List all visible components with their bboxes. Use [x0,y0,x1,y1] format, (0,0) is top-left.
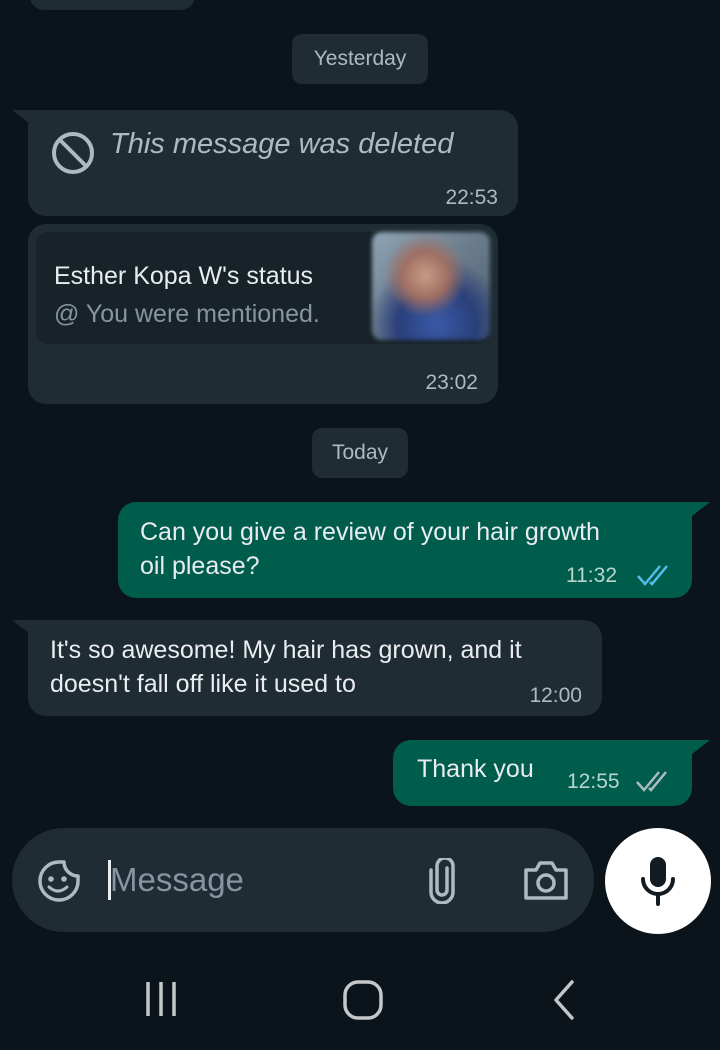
message-text-line-1: It's so awesome! My hair has grown, and … [50,636,522,664]
incoming-message-bubble[interactable]: It's so awesome! My hair has grown, and … [28,620,602,716]
status-title: Esther Kopa W's status [54,262,314,290]
deleted-message-bubble[interactable]: This message was deleted 22:53 [28,110,518,216]
message-time: 23:02 [425,371,478,394]
read-ticks-icon [637,565,668,586]
date-label: Yesterday [313,47,407,70]
message-text: Thank you [417,755,534,783]
mic-button[interactable] [605,828,711,934]
date-separator-today: Today [312,428,408,478]
camera-icon[interactable] [522,858,570,902]
outgoing-message-bubble[interactable]: Can you give a review of your hair growt… [118,502,692,598]
message-composer: Message [12,828,594,932]
message-time: 22:53 [445,186,498,209]
status-mention: @ You were mentioned. [54,300,320,328]
status-quote-card[interactable]: Esther Kopa W's status @ You were mentio… [36,232,490,344]
message-time: 11:32 [566,564,617,587]
status-reply-bubble[interactable]: Esther Kopa W's status @ You were mentio… [28,224,498,404]
home-icon[interactable] [341,978,385,1022]
bubble-tail [692,740,710,754]
attach-icon[interactable] [425,858,459,904]
message-time: 12:55 [567,770,620,793]
mic-icon [641,857,675,906]
back-icon[interactable] [548,978,580,1022]
message-time: 12:00 [529,684,582,707]
date-separator-yesterday: Yesterday [292,34,428,84]
bubble-tail [692,502,710,516]
message-input[interactable]: Message [110,861,244,899]
previous-message-bubble [30,0,195,10]
outgoing-message-bubble[interactable]: Thank you 12:55 [393,740,692,806]
recents-icon[interactable] [142,980,182,1020]
status-thumbnail [372,232,490,340]
delivered-ticks-icon [636,771,667,792]
message-text-line-2: doesn't fall off like it used to [50,670,356,698]
message-text-line-2: oil please? [140,552,260,580]
sticker-icon[interactable] [36,858,82,904]
blocked-icon [52,132,94,174]
message-text-line-1: Can you give a review of your hair growt… [140,518,600,546]
date-label: Today [331,441,389,464]
deleted-message-text: This message was deleted [110,128,454,160]
